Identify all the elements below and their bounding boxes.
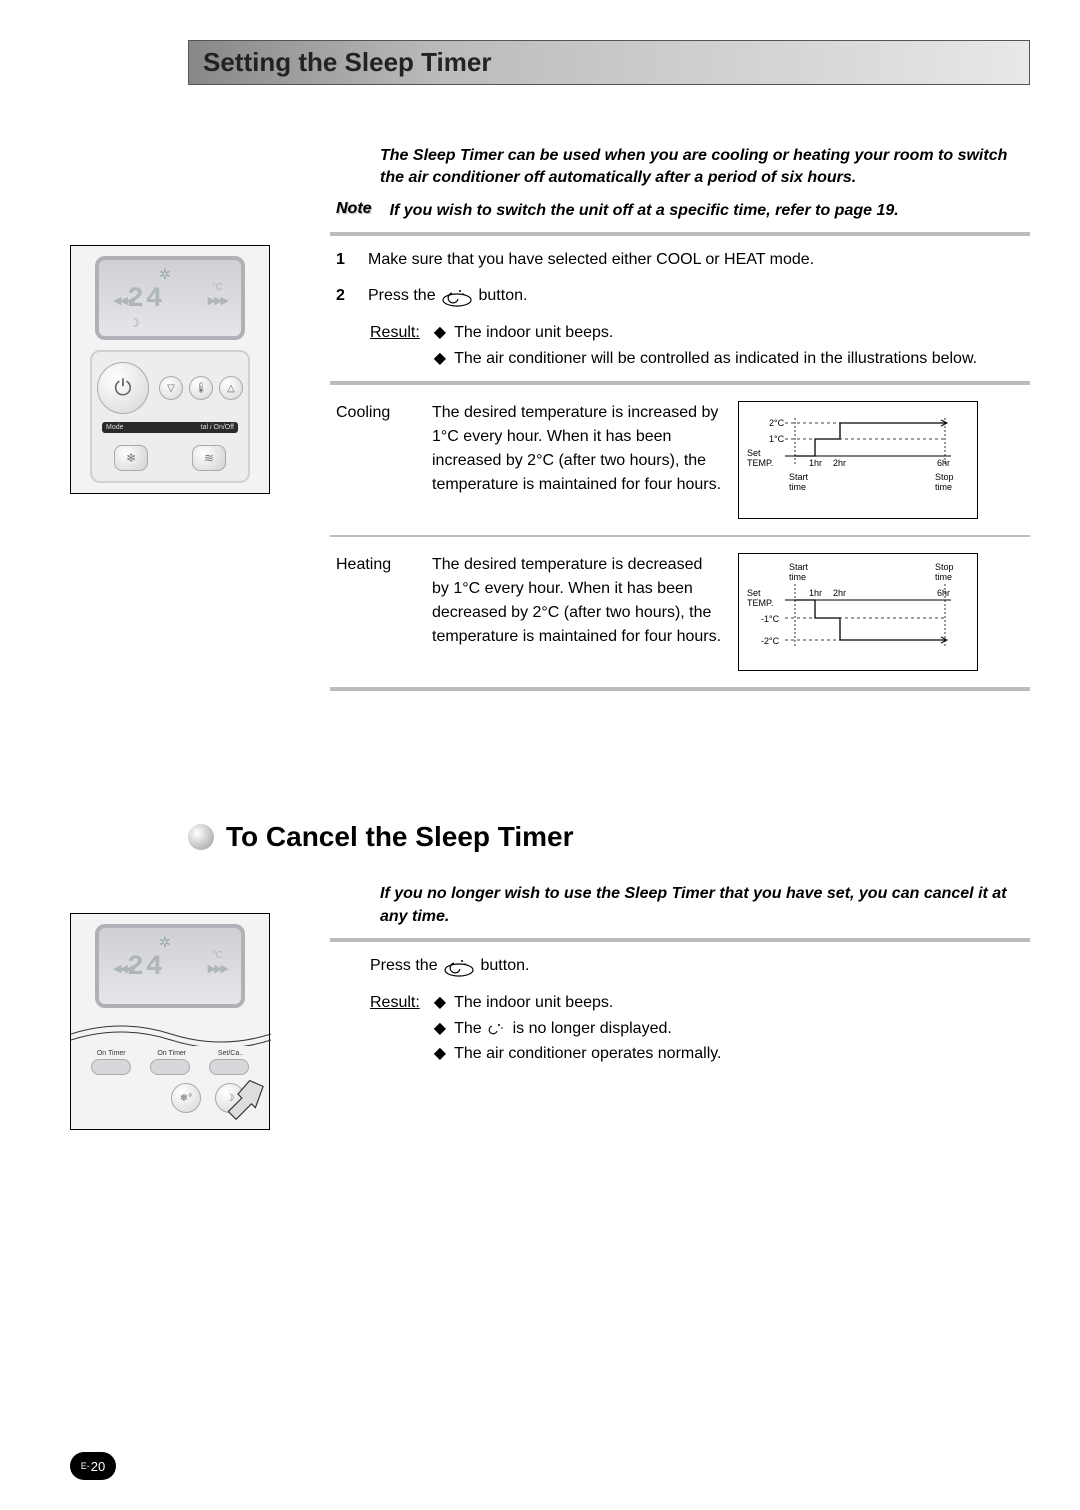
result-block: Result: ◆The indoor unit beeps. ◆The air… <box>370 320 1030 371</box>
svg-text:time: time <box>935 482 952 492</box>
heating-graph: Start time Stop time Set TEMP. 1hr 2hr 6… <box>738 553 978 671</box>
temp-up-button[interactable]: △ <box>219 376 243 400</box>
svg-text:Stop: Stop <box>935 472 954 482</box>
svg-text:1°C: 1°C <box>769 434 785 444</box>
result-label: Result: <box>370 990 420 1067</box>
fan-button[interactable]: ❄ <box>114 445 148 471</box>
svg-text:TEMP.: TEMP. <box>747 458 773 468</box>
divider-wave <box>71 1016 271 1046</box>
cooling-row: Cooling The desired temperature is incre… <box>336 401 1030 519</box>
svg-text:2hr: 2hr <box>833 588 846 598</box>
turbo-button[interactable]: ❄° <box>171 1083 201 1113</box>
off-timer-button[interactable] <box>150 1059 190 1075</box>
step-1: 1 Make sure that you have selected eithe… <box>336 248 1030 272</box>
svg-text:Stop: Stop <box>935 562 954 572</box>
divider <box>330 381 1030 385</box>
cooling-desc: The desired temperature is increased by … <box>432 401 722 519</box>
snowflake-icon: ✲ <box>159 266 171 283</box>
result-item: ◆The indoor unit beeps. <box>434 990 1030 1016</box>
section2-text-col: If you no longer wish to use the Sleep T… <box>330 883 1030 1130</box>
svg-text:time: time <box>789 572 806 582</box>
remote-control-illustration-upper: ✲ ◀◀◀▶▶▶ 24 °C ☽ ⏻ ▽ 🌡 △ <box>70 245 270 494</box>
temp-unit: °C <box>212 950 223 961</box>
step-number: 1 <box>336 248 354 272</box>
remote-button-pad: ⏻ ▽ 🌡 △ Mode tal i On/Off ❄ ≋ <box>90 350 250 483</box>
note-text: If you wish to switch the unit off at a … <box>390 200 899 222</box>
svg-text:1hr: 1hr <box>809 458 822 468</box>
intro-text: The Sleep Timer can be used when you are… <box>380 145 1030 190</box>
temp-down-button[interactable]: ▽ <box>159 376 183 400</box>
svg-text:Start: Start <box>789 562 809 572</box>
note-row: Note If you wish to switch the unit off … <box>336 200 1030 222</box>
divider <box>330 687 1030 691</box>
temp-unit: °C <box>212 282 223 293</box>
step-number: 2 <box>336 284 354 308</box>
mode-label: Mode <box>106 424 124 431</box>
sleep-button-icon <box>440 285 474 307</box>
manual-page: Setting the Sleep Timer ✲ ◀◀◀▶▶▶ 24 °C ☽… <box>70 40 1030 1130</box>
cooling-graph: 2°C 1°C Set TEMP. 1hr 2hr 6hr <box>738 401 978 519</box>
section2-title-row: To Cancel the Sleep Timer <box>70 821 1030 853</box>
result-item: ◆The indoor unit beeps. <box>434 320 1030 346</box>
heating-desc: The desired temperature is decreased by … <box>432 553 722 671</box>
remote-illustration-col: ✲ ◀◀◀▶▶▶ 24 °C ☽ ⏻ ▽ 🌡 △ <box>70 145 290 701</box>
step-2: 2 Press the button. <box>336 284 1030 308</box>
timer-labels-row: On Timer On Timer Set/Ca.. <box>81 1050 259 1057</box>
divider <box>330 232 1030 236</box>
temp-readout: 24 <box>127 952 165 983</box>
snowflake-icon: ✲ <box>159 934 171 951</box>
swing-button[interactable]: ≋ <box>192 445 226 471</box>
pointing-hand-icon <box>209 1069 267 1127</box>
svg-text:-1°C: -1°C <box>761 614 780 624</box>
sleep-indicator-icon <box>486 1022 508 1036</box>
remote-illustration-col-2: ✲ ◀◀◀▶▶▶ 24 °C On Timer On Timer Set/Ca.… <box>70 883 290 1130</box>
cooling-label: Cooling <box>336 401 416 519</box>
svg-text:Set: Set <box>747 588 761 598</box>
result-label: Result: <box>370 320 420 371</box>
remote-lcd: ✲ ◀◀◀▶▶▶ 24 °C ☽ <box>95 256 245 340</box>
divider <box>330 938 1030 942</box>
svg-text:Start: Start <box>789 472 809 482</box>
svg-text:2hr: 2hr <box>833 458 846 468</box>
svg-text:6hr: 6hr <box>937 458 950 468</box>
svg-text:1hr: 1hr <box>809 588 822 598</box>
section2-intro: If you no longer wish to use the Sleep T… <box>380 883 1030 928</box>
instruction-text-col: The Sleep Timer can be used when you are… <box>330 145 1030 701</box>
sleep-button-icon <box>442 955 476 977</box>
svg-text:2°C: 2°C <box>769 418 785 428</box>
svg-text:-2°C: -2°C <box>761 636 780 646</box>
step-text: Press the button. <box>368 284 1030 308</box>
section-title-bar: Setting the Sleep Timer <box>188 40 1030 85</box>
heating-label: Heating <box>336 553 416 671</box>
temp-readout: 24 <box>127 284 165 315</box>
cancel-step: Press the button. <box>370 954 1030 978</box>
step-text: Make sure that you have selected either … <box>368 248 1030 272</box>
svg-text:6hr: 6hr <box>937 588 950 598</box>
section2-title: To Cancel the Sleep Timer <box>226 821 574 853</box>
thermometer-icon: 🌡 <box>189 376 213 400</box>
svg-text:time: time <box>935 572 952 582</box>
power-button[interactable]: ⏻ <box>97 362 149 414</box>
svg-text:TEMP.: TEMP. <box>747 598 773 608</box>
result-item: ◆The air conditioner operates normally. <box>434 1041 1030 1067</box>
divider-thin <box>330 535 1030 537</box>
svg-text:time: time <box>789 482 806 492</box>
result-item: ◆ The is no longer displayed. <box>434 1016 1030 1042</box>
page-number-badge: E-20 <box>70 1452 116 1480</box>
svg-text:Set: Set <box>747 448 761 458</box>
sleep-moon-icon: ☽ <box>129 316 140 330</box>
on-timer-button[interactable] <box>91 1059 131 1075</box>
remote-label-strip: Mode tal i On/Off <box>102 422 238 433</box>
title-bullet-icon <box>188 824 214 850</box>
remote-lcd-2: ✲ ◀◀◀▶▶▶ 24 °C <box>95 924 245 1008</box>
section-title: Setting the Sleep Timer <box>203 47 491 77</box>
result-item: ◆The air conditioner will be controlled … <box>434 346 1030 372</box>
section2-result: Result: ◆The indoor unit beeps. ◆ The is… <box>370 990 1030 1067</box>
heating-row: Heating The desired temperature is decre… <box>336 553 1030 671</box>
note-label: Note <box>336 200 372 222</box>
remote-control-illustration-lower: ✲ ◀◀◀▶▶▶ 24 °C On Timer On Timer Set/Ca.… <box>70 913 270 1130</box>
